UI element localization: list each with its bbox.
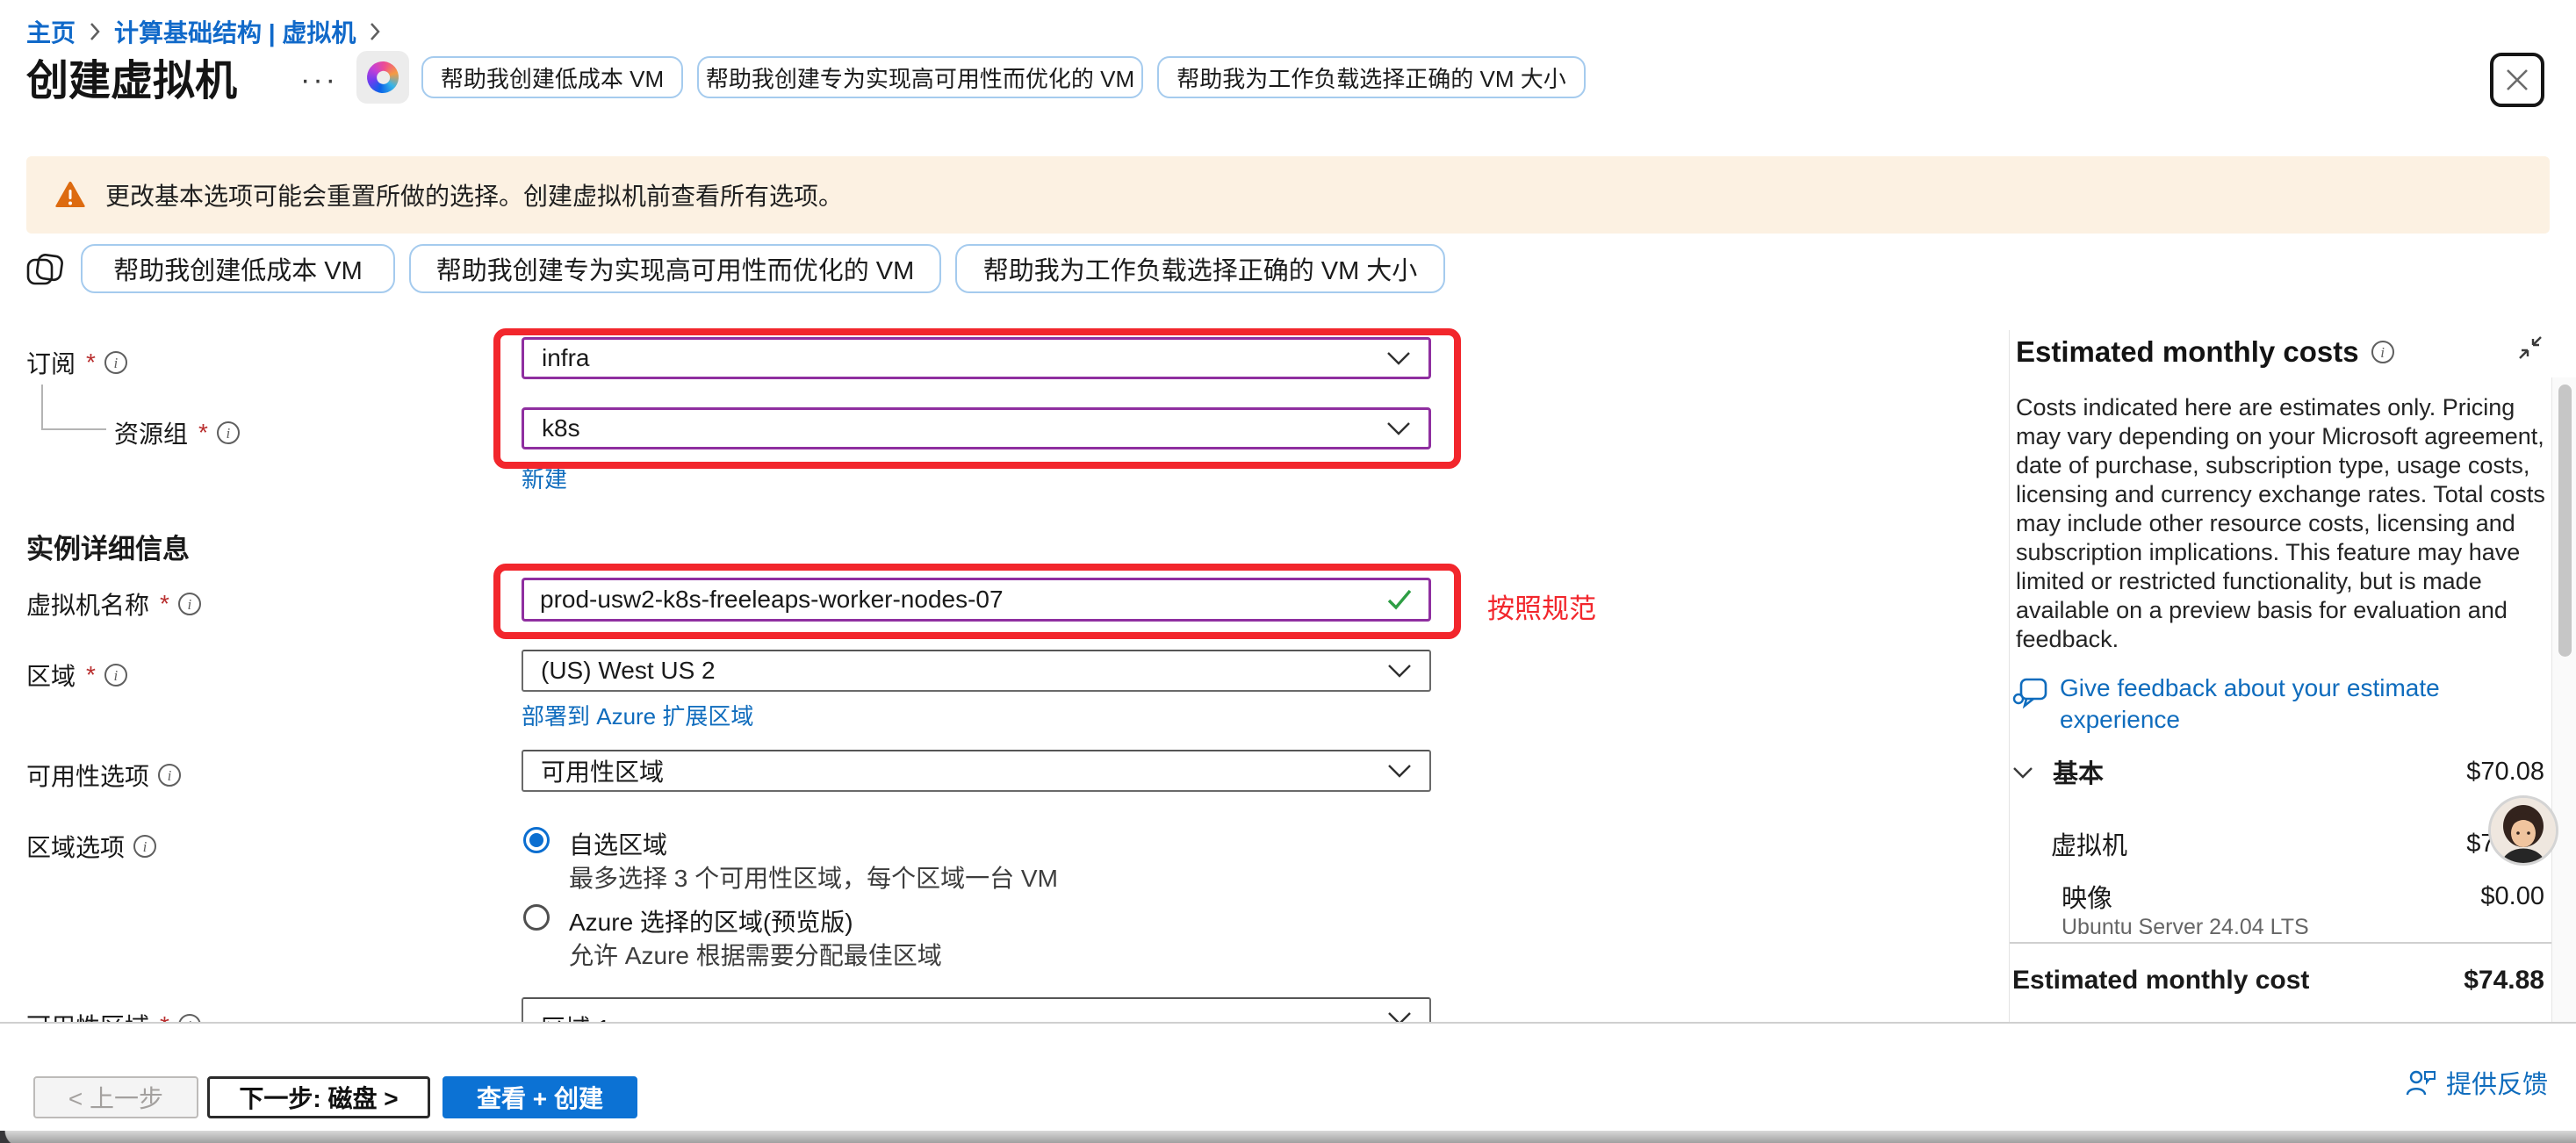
info-icon[interactable]: i [178, 593, 201, 615]
edge-zone-link[interactable]: 部署到 Azure 扩展区域 [522, 699, 753, 731]
availability-options-label: 可用性选项 i [26, 758, 181, 793]
previous-step-button[interactable]: < 上一步 [33, 1076, 198, 1118]
assist-prompt-low-cost[interactable]: 帮助我创建低成本 VM [81, 244, 395, 293]
breadcrumb: 主页 计算基础结构 | 虚拟机 [26, 14, 382, 49]
tree-connector [41, 385, 43, 428]
cost-item-sub: Ubuntu Server 24.04 LTS [2062, 915, 2309, 940]
warning-text: 更改基本选项可能会重置所做的选择。创建虚拟机前查看所有选项。 [105, 177, 843, 212]
warning-icon [54, 181, 86, 209]
copilot-prompt-low-cost[interactable]: 帮助我创建低成本 VM [421, 56, 683, 98]
availability-zone-row-clipped: 可用性区域* i 区域 1 [0, 997, 2002, 1022]
cost-group-row: 基本 $70.08 [2012, 753, 2544, 790]
create-vm-blade: 主页 计算基础结构 | 虚拟机 创建虚拟机 ··· 帮助我创建低成本 VM 帮助… [0, 0, 2576, 1143]
region-label: 区域* i [26, 658, 127, 693]
breadcrumb-section-link[interactable]: 计算基础结构 | 虚拟机 [114, 14, 356, 49]
chevron-down-icon [1387, 764, 1412, 778]
review-create-button[interactable]: 查看 + 创建 [443, 1076, 637, 1118]
chevron-down-icon [1387, 664, 1412, 678]
assist-prompt-high-availability[interactable]: 帮助我创建专为实现高可用性而优化的 VM [409, 244, 941, 293]
tree-connector [41, 428, 106, 430]
info-icon[interactable]: i [2371, 341, 2394, 363]
create-new-resource-group-link[interactable]: 新建 [522, 462, 567, 494]
copilot-button[interactable] [356, 51, 409, 104]
assist-prompt-vm-size[interactable]: 帮助我为工作负载选择正确的 VM 大小 [955, 244, 1445, 293]
breadcrumb-home-link[interactable]: 主页 [26, 14, 76, 49]
valid-check-icon [1386, 588, 1413, 611]
copilot-prompt-high-availability[interactable]: 帮助我创建专为实现高可用性而优化的 VM [697, 56, 1143, 98]
copilot-icon [363, 57, 402, 97]
subscription-label: 订阅* i [26, 345, 127, 380]
next-step-disks-button[interactable]: 下一步: 磁盘 > [207, 1076, 430, 1118]
cost-panel-title: Estimated monthly costs i [2016, 335, 2394, 369]
annotation-text: 按照规范 [1487, 586, 1596, 626]
resource-group-label: 资源组* i [114, 415, 240, 450]
cost-item-row: 虚拟机 $70.08 [2051, 825, 2544, 862]
vm-name-label: 虚拟机名称* i [26, 586, 201, 622]
wizard-footer: < 上一步 下一步: 磁盘 > 查看 + 创建 提供反馈 [0, 1022, 2576, 1143]
scrollbar-thumb[interactable] [2558, 385, 2572, 657]
info-icon[interactable]: i [178, 1014, 201, 1022]
person-feedback-icon [2406, 1068, 2436, 1096]
radio-self-selected-zones-label[interactable]: 自选区域 [569, 826, 667, 861]
info-icon[interactable]: i [104, 664, 127, 687]
radio-azure-selected-zones-desc: 允许 Azure 根据需要分配最佳区域 [569, 937, 942, 972]
region-dropdown[interactable]: (US) West US 2 [522, 650, 1431, 692]
cost-total-divider [2010, 942, 2551, 944]
availability-zone-label: 可用性区域* i [26, 1008, 201, 1022]
give-feedback-link[interactable]: 提供反馈 [2406, 1064, 2548, 1101]
close-blade-button[interactable] [2490, 53, 2544, 107]
chevron-down-icon [1387, 1011, 1412, 1022]
scrollbar-track[interactable] [2551, 377, 2576, 1022]
cost-total-row: Estimated monthly cost $74.88 [2012, 966, 2544, 996]
window-bottom-edge [0, 1131, 2576, 1143]
more-options-button[interactable]: ··· [300, 63, 338, 97]
breadcrumb-chevron-icon [368, 20, 382, 43]
collapse-panel-icon[interactable] [2516, 334, 2544, 366]
estimate-feedback-link[interactable]: Give feedback about your estimate experi… [2012, 672, 2499, 736]
close-icon [2502, 65, 2532, 95]
resource-group-dropdown[interactable]: k8s [522, 407, 1431, 449]
chevron-down-icon [1386, 421, 1411, 435]
cost-item-row: 映像 $0.00 [2062, 878, 2544, 915]
copilot-outline-icon [25, 249, 65, 296]
section-instance-details: 实例详细信息 [26, 527, 190, 566]
info-icon[interactable]: i [158, 764, 181, 787]
panel-divider [2009, 330, 2010, 1022]
chevron-down-icon[interactable] [2012, 758, 2033, 787]
assistant-avatar[interactable] [2488, 795, 2558, 866]
breadcrumb-chevron-icon [88, 20, 102, 43]
cost-disclaimer: Costs indicated here are estimates only.… [2016, 393, 2553, 654]
subscription-dropdown[interactable]: infra [522, 337, 1431, 379]
availability-options-dropdown[interactable]: 可用性区域 [522, 750, 1431, 792]
info-icon[interactable]: i [217, 421, 240, 444]
chat-feedback-icon [2012, 672, 2049, 711]
radio-self-selected-zones[interactable] [523, 827, 550, 853]
info-icon[interactable]: i [104, 351, 127, 374]
info-icon[interactable]: i [133, 835, 156, 858]
page-title: 创建虚拟机 [26, 46, 237, 107]
radio-azure-selected-zones[interactable] [523, 904, 550, 931]
vm-name-input[interactable]: prod-usw2-k8s-freeleaps-worker-nodes-07 [522, 578, 1431, 622]
chevron-down-icon [1386, 351, 1411, 365]
copilot-prompt-vm-size[interactable]: 帮助我为工作负载选择正确的 VM 大小 [1157, 56, 1586, 98]
warning-banner: 更改基本选项可能会重置所做的选择。创建虚拟机前查看所有选项。 [26, 156, 2550, 234]
window-corner [0, 1131, 21, 1143]
zone-options-label: 区域选项 i [26, 829, 156, 864]
radio-azure-selected-zones-label[interactable]: Azure 选择的区域(预览版) [569, 903, 853, 938]
radio-self-selected-zones-desc: 最多选择 3 个可用性区域，每个区域一台 VM [569, 859, 1058, 895]
availability-zone-dropdown[interactable]: 区域 1 [522, 997, 1431, 1022]
